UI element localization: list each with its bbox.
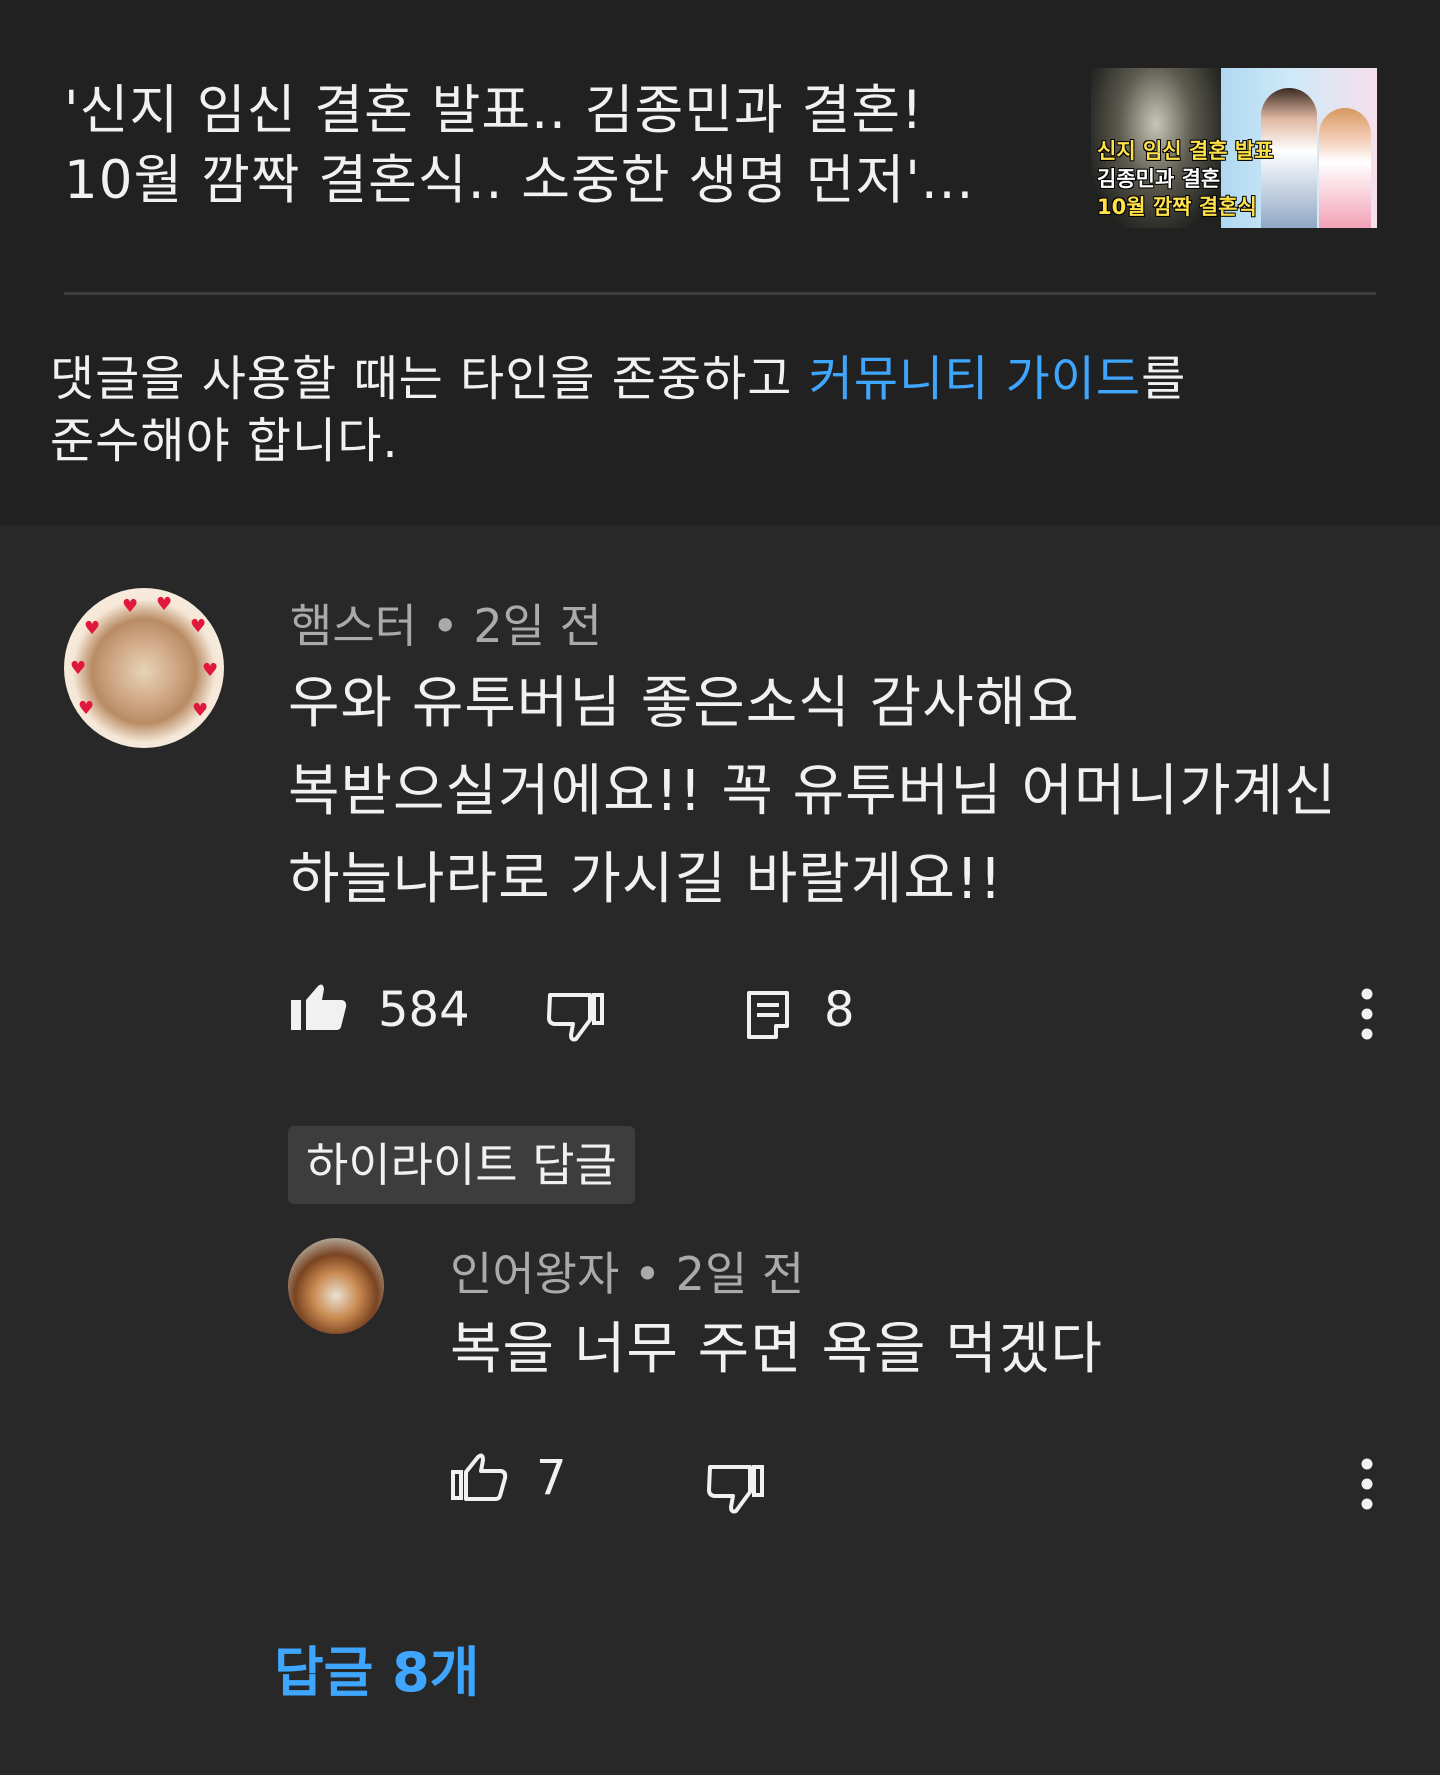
comment-text: 우와 유투버님 좋은소식 감사해요 복받으실거에요!! 꼭 유투버님 어머니가계… — [288, 660, 1408, 924]
reply-text: 복을 너무 주면 욕을 먹겠다 — [450, 1317, 1103, 1382]
heart-icon: ♥ — [78, 698, 95, 719]
video-title[interactable]: '신지 임신 결혼 발표.. 김종민과 결혼! 10월 깜짝 결혼식.. 소중한… — [64, 76, 1024, 216]
heart-icon: ♥ — [192, 700, 209, 721]
video-thumbnail[interactable]: 신지 임신 결혼 발표 김종민과 결혼 10월 깜짝 결혼식 — [1091, 68, 1377, 228]
heart-icon: ♥ — [70, 658, 87, 679]
highlighted-reply-chip: 하이라이트 답글 — [288, 1126, 635, 1204]
heart-icon: ♥ — [202, 660, 219, 681]
community-guidelines-link[interactable]: 커뮤니티 가이드 — [809, 351, 1141, 407]
thumbnail-caption: 10월 깜짝 결혼식 — [1097, 195, 1257, 219]
reply-author[interactable]: 인어왕자 — [450, 1247, 619, 1301]
comment-text-line: 우와 유투버님 좋은소식 감사해요 — [288, 671, 1080, 736]
reply-meta: 인어왕자 • 2일 전 — [450, 1238, 804, 1304]
reply-count: 8 — [824, 982, 855, 1038]
view-replies-link[interactable]: 답글 8개 — [274, 1628, 479, 1707]
comment-time: 2일 전 — [473, 599, 602, 653]
heart-icon: ♥ — [156, 594, 173, 615]
thumbnail-person — [1319, 108, 1371, 228]
guideline-text: 를 — [1141, 351, 1187, 407]
video-title-line1: '신지 임신 결혼 발표.. 김종민과 결혼! — [64, 80, 924, 141]
heart-icon: ♥ — [190, 616, 207, 637]
thumb-down-outline-icon[interactable] — [546, 992, 606, 1042]
comment-meta: 햄스터 • 2일 전 — [290, 590, 602, 656]
thumb-up-filled-icon[interactable] — [290, 982, 348, 1032]
thumbnail-caption: 신지 임신 결혼 발표 — [1097, 139, 1274, 163]
meta-separator: • — [431, 599, 474, 653]
divider — [64, 292, 1376, 295]
comment-icon[interactable] — [746, 990, 790, 1040]
like-count: 584 — [378, 982, 470, 1038]
community-guideline-notice: 댓글을 사용할 때는 타인을 존중하고 커뮤니티 가이드를 준수해야 합니다. — [50, 348, 1390, 472]
guideline-text: 댓글을 사용할 때는 타인을 존중하고 — [50, 351, 809, 407]
reply-time: 2일 전 — [675, 1247, 805, 1301]
more-vertical-icon[interactable] — [1360, 988, 1374, 1040]
comment-author[interactable]: 햄스터 — [290, 599, 417, 653]
thumb-up-outline-icon[interactable] — [450, 1452, 508, 1502]
avatar[interactable] — [288, 1238, 384, 1334]
guideline-text: 준수해야 합니다. — [50, 413, 399, 469]
reply-like-count: 7 — [536, 1450, 567, 1506]
comment-text-line: 복받으실거에요!! 꼭 유투버님 어머니가계신 — [288, 759, 1337, 824]
thumb-down-outline-icon[interactable] — [706, 1464, 766, 1514]
meta-separator: • — [633, 1247, 676, 1301]
comment-text-line: 하늘나라로 가시길 바랄게요!! — [288, 847, 1003, 912]
video-title-line2: 10월 깜짝 결혼식.. 소중한 생명 먼저'... — [64, 150, 975, 211]
thumbnail-caption: 김종민과 결혼 — [1097, 167, 1221, 191]
more-vertical-icon[interactable] — [1360, 1458, 1374, 1510]
heart-icon: ♥ — [84, 618, 101, 639]
avatar[interactable]: ♥ ♥ ♥ ♥ ♥ ♥ ♥ ♥ — [64, 588, 224, 748]
heart-icon: ♥ — [122, 596, 139, 617]
